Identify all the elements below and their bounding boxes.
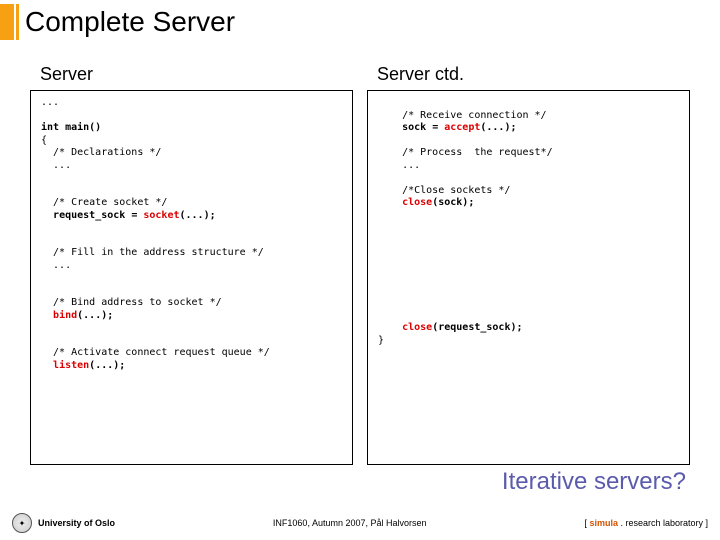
left-code: ... int main() { /* Declarations */ ... … [30,90,353,465]
fn-socket: socket [143,210,179,221]
accent-stripe [16,4,19,40]
slide: Complete Server Server ... int main() { … [0,0,720,540]
code-line: /* Process the request*/ [378,147,553,158]
fn-listen: listen [53,360,89,371]
code-line: ... [41,260,71,271]
left-heading: Server [40,64,353,86]
fn-accept: accept [444,122,480,133]
title-bar: Complete Server [0,4,235,40]
question-text: Iterative servers? [502,468,686,496]
code-tail: (...); [480,122,516,133]
code-indent [378,122,402,133]
fn-bind: bind [53,310,77,321]
right-code: /* Receive connection */ sock = accept(.… [367,90,690,465]
fn-close-req: close [402,322,432,333]
right-column: Server ctd. /* Receive connection */ soc… [367,64,690,465]
code-tail: (...); [89,360,125,371]
code-line: ... [41,97,59,108]
footer: ✦ University of Oslo INF1060, Autumn 200… [12,512,708,534]
code-line: int main() [41,122,101,133]
footer-right: [ simula . research laboratory ] [584,518,708,528]
code-line: /*Close sockets */ [378,185,510,196]
code-var: request_sock = [53,210,143,221]
slide-title: Complete Server [25,6,235,38]
code-line: /* Bind address to socket */ [41,297,222,308]
accent-block [0,4,14,40]
code-line: /* Fill in the address structure */ [41,247,264,258]
code-line: /* Declarations */ [41,147,161,158]
right-heading: Server ctd. [377,64,690,86]
code-line: /* Create socket */ [41,197,167,208]
code-var: sock = [402,122,444,133]
bracket-close: . research laboratory ] [618,518,708,528]
university-seal-icon: ✦ [12,513,32,533]
code-line: } [378,335,384,346]
left-column: Server ... int main() { /* Declarations … [30,64,353,465]
code-tail: (request_sock); [432,322,522,333]
code-line: /* Receive connection */ [378,110,547,121]
code-tail: (...); [179,210,215,221]
code-indent [378,322,402,333]
columns: Server ... int main() { /* Declarations … [30,64,690,465]
footer-left: ✦ University of Oslo [12,513,115,533]
code-tail: (sock); [432,197,474,208]
code-indent [41,210,53,221]
code-line: ... [41,160,71,171]
code-line: { [41,135,47,146]
fn-close: close [402,197,432,208]
footer-left-text: University of Oslo [38,518,115,528]
footer-mid: INF1060, Autumn 2007, Pål Halvorsen [115,518,584,528]
brand: simula [589,518,618,528]
code-line: /* Activate connect request queue */ [41,347,270,358]
code-tail: (...); [77,310,113,321]
code-line: ... [378,160,420,171]
